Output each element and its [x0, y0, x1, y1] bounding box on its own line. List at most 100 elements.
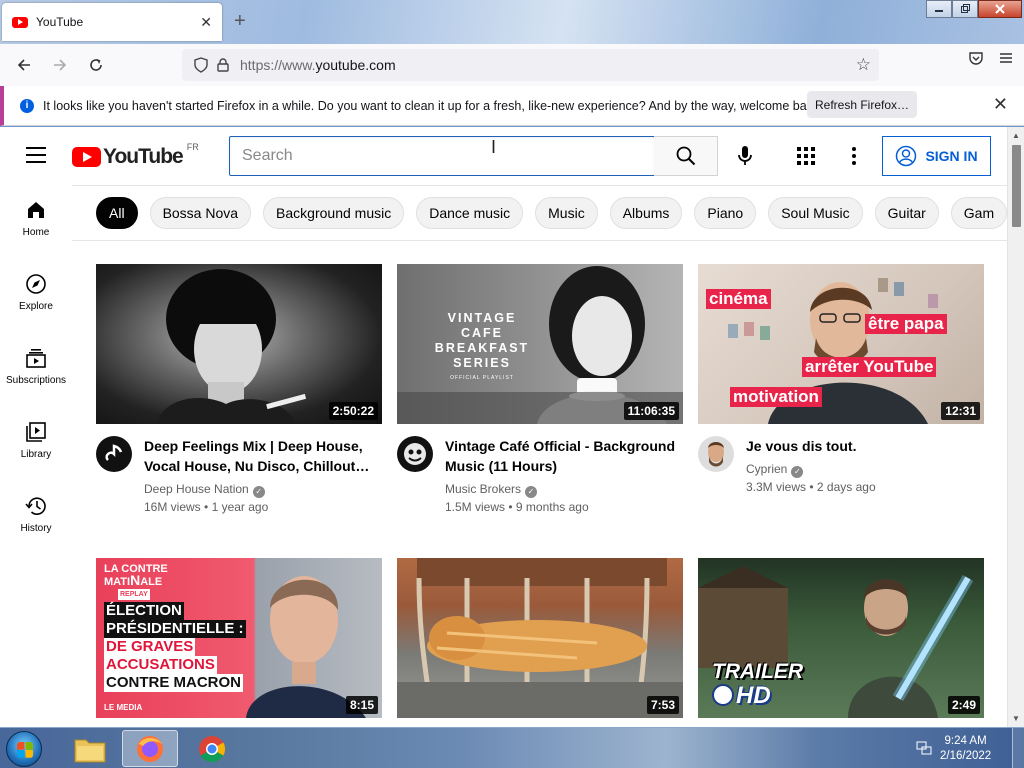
settings-more-button[interactable] [851, 146, 857, 171]
filter-chips-bar: All Bossa Nova Background music Dance music… [72, 185, 1007, 241]
more-vertical-icon [852, 147, 856, 165]
scroll-down-icon[interactable]: ▼ [1012, 714, 1020, 723]
chrome-taskbar-button[interactable] [184, 730, 240, 767]
verified-badge-icon: ✓ [525, 486, 538, 498]
tab-close-icon[interactable]: ✕ [200, 14, 212, 31]
video-thumbnail[interactable]: TRAILER HD 2:49 [698, 558, 984, 718]
info-icon: i [20, 98, 34, 113]
video-thumbnail[interactable]: 7:53 [397, 558, 683, 718]
sign-in-button[interactable]: SIGN IN [882, 136, 991, 176]
youtube-favicon-icon [12, 16, 28, 28]
video-duration: 11:06:35 [623, 402, 679, 420]
lock-icon[interactable] [212, 58, 234, 72]
firefox-icon [137, 735, 163, 762]
new-tab-button[interactable]: + [234, 10, 246, 33]
sidebar-item-subscriptions[interactable]: Subscriptions [0, 333, 72, 407]
clock[interactable]: 9:24 AM 2/16/2022 [940, 734, 991, 764]
notification-close-icon[interactable]: ✕ [993, 94, 1008, 115]
navigation-toolbar: https://www.youtube.com ☆ [0, 44, 1024, 86]
channel-avatar[interactable] [397, 436, 433, 472]
chip-music[interactable]: Music [535, 197, 598, 229]
chip-games[interactable]: Gam [950, 197, 1007, 229]
video-stats: 16M views • 1 year ago [144, 500, 269, 514]
channel-avatar[interactable] [96, 436, 132, 472]
show-desktop-button[interactable] [1012, 728, 1024, 768]
video-duration: 2:50:22 [328, 402, 378, 420]
reload-button[interactable] [78, 49, 114, 81]
video-thumbnail[interactable]: cinéma être papa arrêter YouTube motivat… [698, 264, 984, 424]
video-card[interactable]: 2:50:22 Deep Feelings Mix | Deep House, … [96, 264, 382, 536]
chip-piano[interactable]: Piano [694, 197, 757, 229]
account-icon [896, 145, 917, 167]
mini-guide-sidebar: Home Explore Subscriptions Library Histo… [0, 185, 72, 727]
bookmark-star-icon[interactable]: ☆ [856, 55, 871, 75]
thumbnail-overlay-text: VINTAGE CAFE BREAKFAST SERIES OFFICIAL P… [434, 311, 530, 381]
video-duration: 8:15 [345, 696, 378, 714]
sidebar-item-home[interactable]: Home [0, 185, 72, 259]
tab-youtube[interactable]: YouTube ✕ [2, 3, 222, 41]
home-icon [28, 202, 44, 218]
video-thumbnail[interactable]: VINTAGE CAFE BREAKFAST SERIES OFFICIAL P… [397, 264, 683, 424]
video-title[interactable]: Deep Feelings Mix | Deep House, Vocal Ho… [144, 436, 380, 476]
channel-name[interactable]: Cyprien ✓ [746, 462, 804, 478]
thumbnail-headline: ÉLECTION PRÉSIDENTIELLE : DE GRAVES ACCU… [104, 602, 246, 692]
channel-name[interactable]: Deep House Nation ✓ [144, 482, 265, 498]
video-title[interactable]: Vintage Café Official - Background Music… [445, 436, 681, 476]
vertical-scrollbar[interactable]: ▲ ▼ [1007, 127, 1024, 727]
youtube-logo[interactable]: YouTube FR [72, 142, 199, 169]
video-duration: 2:49 [947, 696, 980, 714]
media-logo: LE MEDIA [104, 703, 143, 712]
minimize-button[interactable] [926, 0, 952, 18]
video-title[interactable]: Je vous dis tout. [746, 436, 982, 456]
chip-soul-music[interactable]: Soul Music [768, 197, 863, 229]
scroll-up-icon[interactable]: ▲ [1012, 131, 1020, 140]
sidebar-item-history[interactable]: History [0, 481, 72, 555]
channel-avatar[interactable] [698, 436, 734, 472]
tab-title: YouTube [36, 15, 84, 29]
chip-albums[interactable]: Albums [609, 197, 683, 229]
thumbnail-label: être papa [865, 314, 947, 334]
search-button[interactable] [654, 136, 718, 176]
chip-dance-music[interactable]: Dance music [416, 197, 524, 229]
app-menu-icon[interactable] [998, 50, 1014, 71]
chip-all[interactable]: All [96, 197, 138, 229]
video-thumbnail[interactable]: 2:50:22 [96, 264, 382, 424]
sidebar-item-library[interactable]: Library [0, 407, 72, 481]
firefox-taskbar-button[interactable] [122, 730, 178, 767]
scrollbar-thumb[interactable] [1012, 145, 1021, 227]
search-field-container [229, 136, 655, 176]
chip-background-music[interactable]: Background music [263, 197, 405, 229]
voice-search-button[interactable] [733, 144, 757, 173]
url-bar[interactable]: https://www.youtube.com ☆ [182, 49, 879, 81]
thumbnail-label: motivation [730, 387, 822, 407]
apps-button[interactable] [797, 147, 815, 170]
restore-button[interactable] [952, 0, 978, 18]
refresh-firefox-button[interactable]: Refresh Firefox… [807, 91, 917, 118]
chip-bossa-nova[interactable]: Bossa Nova [149, 197, 252, 229]
video-card[interactable]: TRAILER HD 2:49 [698, 558, 984, 718]
guide-menu-icon[interactable] [26, 147, 46, 168]
video-duration: 12:31 [941, 402, 980, 420]
tab-strip: YouTube ✕ + [0, 0, 1024, 44]
chip-guitar[interactable]: Guitar [874, 197, 939, 229]
back-button[interactable] [6, 49, 42, 81]
video-card[interactable]: VINTAGE CAFE BREAKFAST SERIES OFFICIAL P… [397, 264, 683, 536]
sidebar-item-explore[interactable]: Explore [0, 259, 72, 333]
channel-name[interactable]: Music Brokers ✓ [445, 482, 538, 498]
network-icon[interactable] [916, 740, 932, 756]
tracking-protection-shield-icon[interactable] [190, 57, 212, 73]
chrome-icon [199, 735, 226, 762]
video-card[interactable]: cinéma être papa arrêter YouTube motivat… [698, 264, 984, 536]
pocket-icon[interactable] [968, 50, 984, 71]
video-card[interactable]: LA CONTRE MATINALE REPLAY ÉLECTION PRÉSI… [96, 558, 382, 718]
forward-button[interactable] [42, 49, 78, 81]
search-input[interactable] [230, 137, 654, 175]
page-viewport: YouTube FR I SIGN IN [0, 127, 1024, 727]
video-thumbnail[interactable]: LA CONTRE MATINALE REPLAY ÉLECTION PRÉSI… [96, 558, 382, 718]
url-text: https://www.youtube.com [240, 57, 396, 73]
video-card[interactable]: 7:53 [397, 558, 683, 718]
channel-badge-text: LA CONTRE MATINALE REPLAY [104, 563, 168, 600]
start-button[interactable] [6, 731, 42, 767]
window-close-button[interactable] [978, 0, 1022, 18]
file-explorer-taskbar-button[interactable] [62, 730, 118, 767]
